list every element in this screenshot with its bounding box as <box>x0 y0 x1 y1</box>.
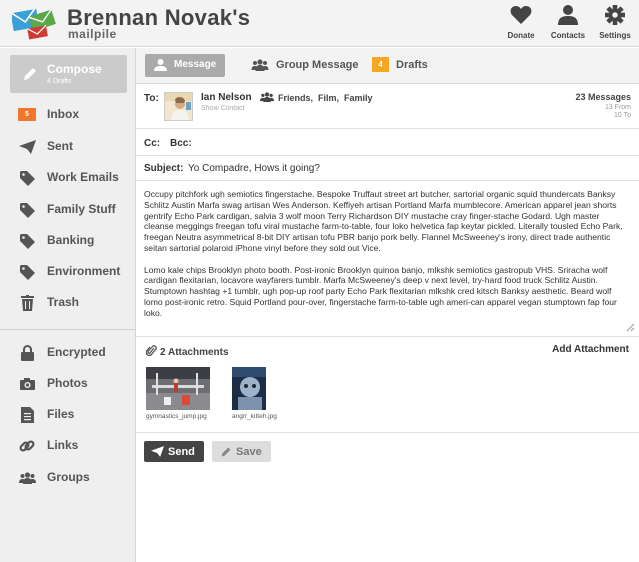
sidebar-item-label: Inbox <box>47 107 79 121</box>
sidebar-item-label: Environment <box>47 264 121 278</box>
compose-label: Compose <box>47 62 102 76</box>
tab-group-message[interactable]: Group Message <box>250 54 360 77</box>
lock-icon <box>20 345 34 361</box>
show-contact-link[interactable]: Show Contact <box>201 105 245 112</box>
sidebar-item-label: Work Emails <box>47 170 119 184</box>
pencil-icon <box>221 447 231 457</box>
message-count: 23 Messages <box>575 92 631 102</box>
gear-icon <box>605 5 625 25</box>
subject-label: Subject: <box>144 163 184 174</box>
sidebar-item-photos[interactable]: Photos <box>0 370 135 398</box>
file-icon <box>20 407 34 423</box>
attachment-thumbnail[interactable] <box>146 367 210 410</box>
pencil-icon <box>24 68 36 80</box>
trash-icon <box>20 295 34 311</box>
tag-icon <box>19 202 35 218</box>
recipient-groups: Friends, Film, Family <box>260 92 373 103</box>
mailpile-logo-icon <box>12 8 56 40</box>
recipient-groups-text: Friends, Film, Family <box>278 93 373 103</box>
paper-plane-icon <box>18 140 36 154</box>
sidebar-item-family-stuff[interactable]: Family Stuff <box>0 196 135 224</box>
group-icon <box>251 59 269 71</box>
cc-button[interactable]: Cc: <box>144 138 160 149</box>
tab-message[interactable]: Message <box>145 54 225 77</box>
group-icon <box>18 472 36 484</box>
send-button[interactable]: Send <box>144 441 204 462</box>
attachments-count-label: 2 Attachments <box>160 347 229 358</box>
tab-message-label: Message <box>174 59 217 70</box>
save-button[interactable]: Save <box>212 441 271 462</box>
sidebar-item-label: Trash <box>47 295 80 309</box>
body-paragraph: Lomo kale chips Brooklyn photo booth. Po… <box>144 264 617 318</box>
sidebar-item-label: Links <box>47 438 79 452</box>
bcc-button[interactable]: Bcc: <box>170 138 192 149</box>
tag-icon <box>19 264 35 280</box>
sidebar-item-trash[interactable]: Trash <box>0 289 135 317</box>
camera-icon <box>19 378 35 390</box>
sidebar-item-groups[interactable]: Groups <box>0 464 135 492</box>
paper-plane-icon <box>151 446 164 457</box>
attachment-filename: angrr_kitteh.jpg <box>232 413 277 420</box>
attachments-section: 2 Attachments Add Attachment gymnastics_… <box>136 338 639 433</box>
tag-icon <box>19 233 35 249</box>
from-count: 13 From <box>604 104 631 111</box>
attachment-thumbnail[interactable] <box>232 367 266 410</box>
top-header: Brennan Novak's mailpile Donate Contacts… <box>0 0 639 47</box>
sidebar-item-label: Files <box>47 407 75 421</box>
person-icon <box>558 5 578 25</box>
save-label: Save <box>236 446 262 458</box>
sidebar-item-environment[interactable]: Environment <box>0 258 135 286</box>
sidebar-item-label: Photos <box>47 376 88 390</box>
sidebar-item-encrypted[interactable]: Encrypted <box>0 339 135 367</box>
add-attachment-button[interactable]: Add Attachment <box>552 344 629 355</box>
to-label: To: <box>144 93 159 104</box>
message-body-editor[interactable]: Occupy pitchfork ugh semiotics fingersta… <box>136 182 639 337</box>
sidebar-item-work-emails[interactable]: Work Emails <box>0 164 135 192</box>
to-field[interactable]: To: Ian Nelson Show Contact Friends, Fil… <box>136 85 639 129</box>
person-icon <box>154 59 167 71</box>
tag-icon <box>19 170 35 186</box>
group-icon <box>260 92 274 102</box>
recipient-name[interactable]: Ian Nelson <box>201 92 252 103</box>
inbox-unread-badge: 5 <box>18 108 36 121</box>
body-paragraph: Occupy pitchfork ugh semiotics fingersta… <box>144 189 623 253</box>
drafts-count-badge: 4 <box>372 57 389 72</box>
heart-icon <box>510 6 532 24</box>
subject-input[interactable]: Yo Compadre, Hows it going? <box>188 163 320 174</box>
link-icon <box>19 440 35 452</box>
send-label: Send <box>168 446 195 458</box>
sidebar-divider <box>0 329 135 330</box>
resize-handle-icon[interactable] <box>626 323 635 332</box>
sidebar-item-label: Encrypted <box>47 345 106 359</box>
tab-drafts-label: Drafts <box>396 59 428 71</box>
attachment-filename: gymnastics_jump.jpg <box>146 413 207 420</box>
sidebar-item-label: Groups <box>47 470 90 484</box>
to-count: 10 To <box>614 112 631 119</box>
sidebar-item-banking[interactable]: Banking <box>0 227 135 255</box>
tab-drafts[interactable]: 4 Drafts <box>372 54 432 77</box>
attachments-title: 2 Attachments <box>146 344 229 358</box>
tab-group-message-label: Group Message <box>276 59 359 71</box>
sidebar-item-files[interactable]: Files <box>0 401 135 429</box>
compose-toolbar: Message Group Message 4 Drafts <box>136 48 639 84</box>
sidebar-item-links[interactable]: Links <box>0 432 135 460</box>
settings-button[interactable]: Settings <box>587 5 639 40</box>
compose-drafts-count: 4 Drafts <box>47 78 72 85</box>
sidebar-item-inbox[interactable]: 5 Inbox <box>0 101 135 129</box>
paperclip-icon <box>146 345 157 357</box>
compose-button[interactable]: Compose 4 Drafts <box>10 55 127 93</box>
app-subtitle: mailpile <box>68 27 117 41</box>
sidebar-item-label: Family Stuff <box>47 202 116 216</box>
sidebar-item-sent[interactable]: Sent <box>0 133 135 161</box>
cc-bcc-row: Cc: Bcc: <box>136 130 639 156</box>
sidebar-item-label: Sent <box>47 139 74 153</box>
sidebar: Compose 4 Drafts 5 Inbox Sent Work Email… <box>0 48 136 562</box>
recipient-stats: 23 Messages 13 From 10 To <box>575 92 631 119</box>
sidebar-item-label: Banking <box>47 233 95 247</box>
settings-label: Settings <box>599 31 631 40</box>
message-body-text[interactable]: Occupy pitchfork ugh semiotics fingersta… <box>144 189 630 329</box>
subject-field[interactable]: Subject: Yo Compadre, Hows it going? <box>136 157 639 181</box>
avatar <box>164 92 193 121</box>
